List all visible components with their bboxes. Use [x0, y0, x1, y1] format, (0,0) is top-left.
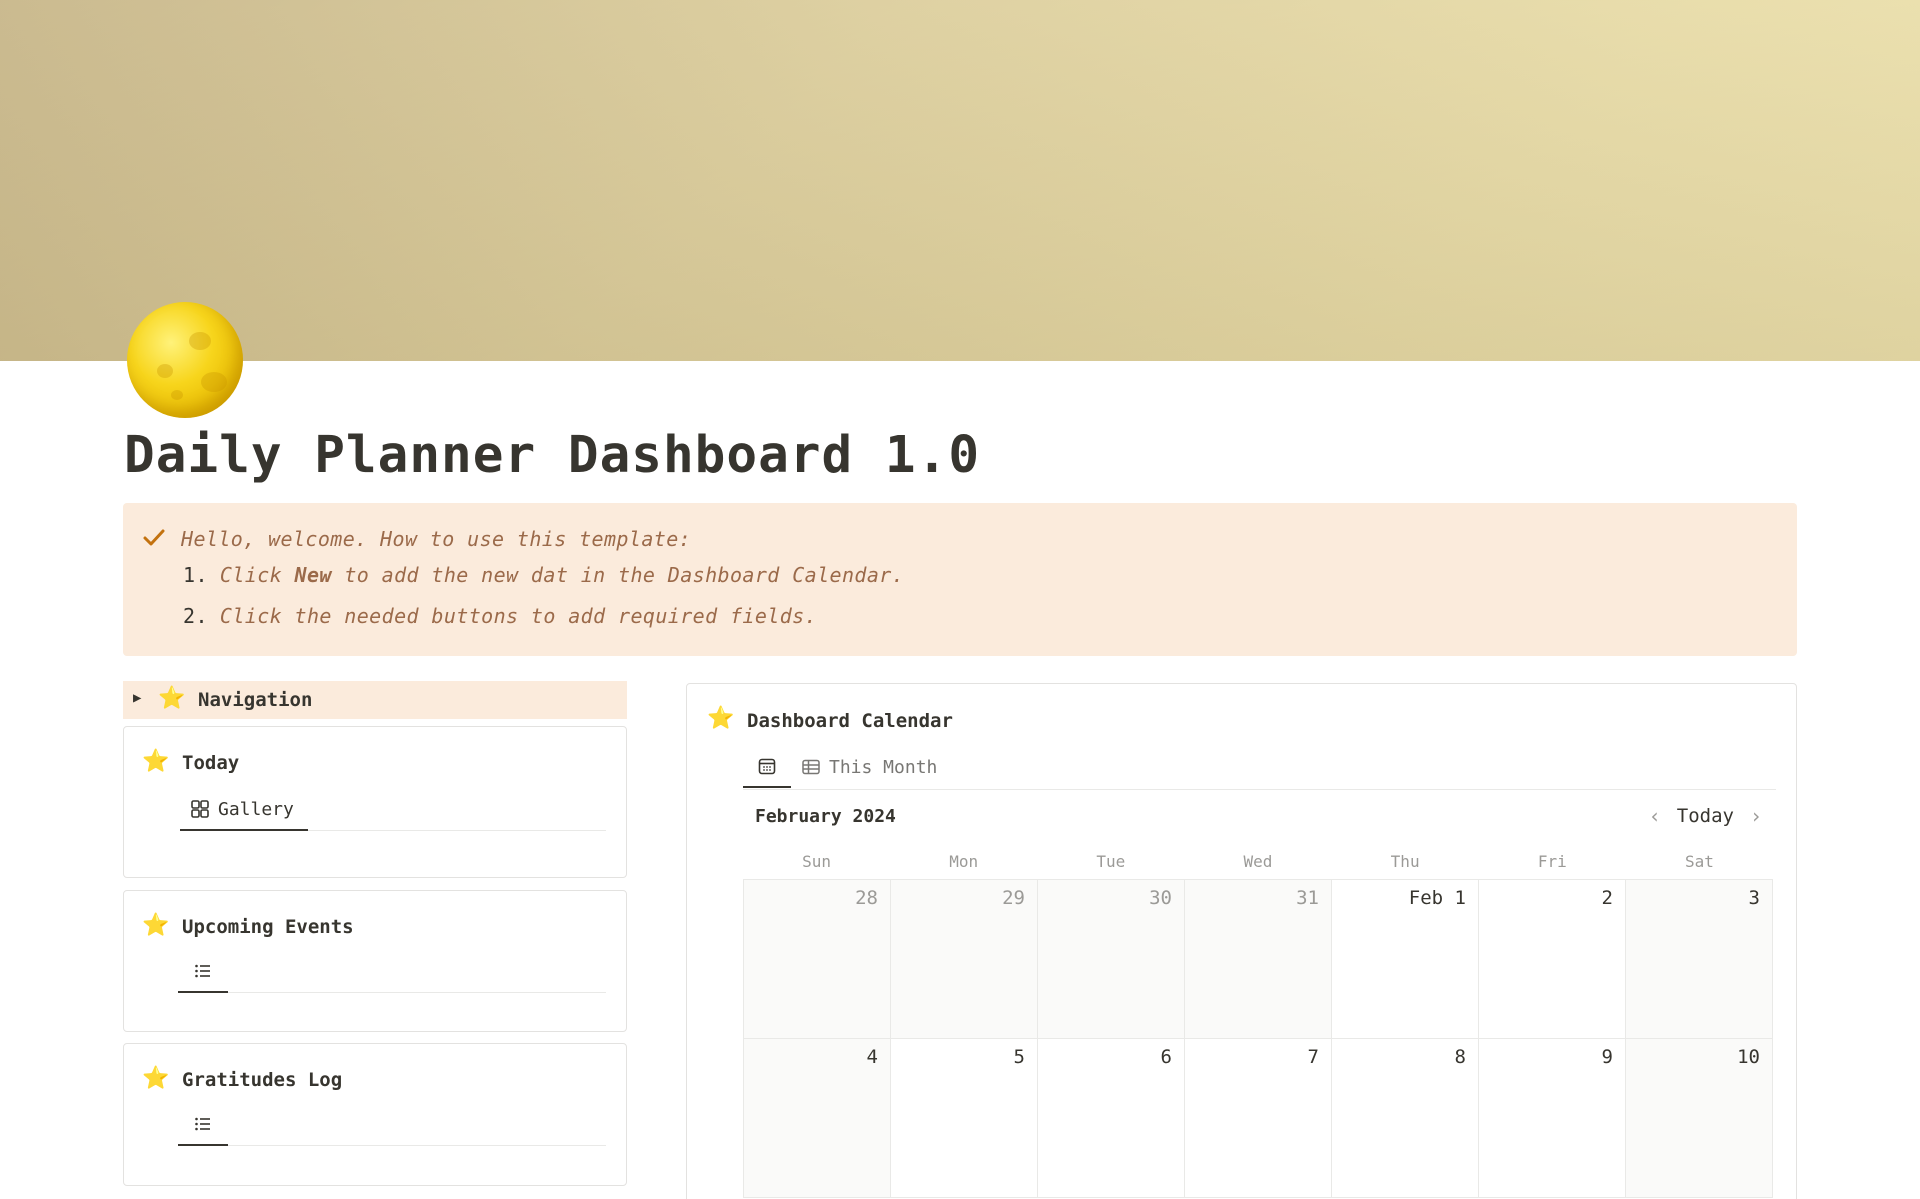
step-number: 1. [183, 563, 208, 587]
calendar-week-row: 28 29 30 31 Feb 1 2 3 [743, 880, 1773, 1039]
page-title[interactable]: Daily Planner Dashboard 1.0 [124, 426, 980, 485]
calendar-day-cell[interactable]: 6 [1038, 1039, 1185, 1197]
weekday-label: Sun [802, 852, 832, 871]
navigation-toggle[interactable]: ▶ ⭐ Navigation [123, 681, 627, 719]
calendar-navigation: ‹ Today › [1649, 804, 1762, 828]
star-icon: ⭐ [142, 913, 170, 938]
tab-gallery[interactable]: Gallery [180, 789, 308, 831]
table-icon [802, 759, 820, 775]
gratitudes-log-title[interactable]: Gratitudes Log [182, 1069, 342, 1091]
star-icon: ⭐ [142, 749, 170, 774]
calendar-icon [758, 758, 776, 775]
checkmark-icon [143, 529, 165, 546]
gratitudes-view-tabs [178, 1104, 606, 1146]
gratitudes-log-section: ⭐ Gratitudes Log [123, 1043, 627, 1186]
step-text: Click the needed buttons to add required… [219, 604, 818, 628]
upcoming-events-title[interactable]: Upcoming Events [182, 916, 354, 938]
welcome-callout: Hello, welcome. How to use this template… [123, 503, 1797, 656]
callout-step-1: 1. Click New to add the new dat in the Da… [183, 563, 904, 587]
chevron-right-icon[interactable]: › [1750, 804, 1762, 828]
calendar-day-cell[interactable]: 29 [891, 880, 1038, 1038]
chevron-left-icon[interactable]: ‹ [1649, 804, 1661, 828]
calendar-day-cell[interactable]: 9 [1479, 1039, 1626, 1197]
today-view-tabs: Gallery [180, 789, 606, 831]
calendar-day-cell[interactable]: 30 [1038, 880, 1185, 1038]
calendar-view-tabs: This Month [743, 746, 1776, 790]
calendar-day-cell[interactable]: 28 [744, 880, 891, 1038]
dashboard-calendar-title[interactable]: Dashboard Calendar [747, 710, 953, 732]
calendar-day-cell[interactable]: Feb 1 [1332, 880, 1479, 1038]
step-number: 2. [183, 604, 208, 628]
toggle-triangle-icon[interactable]: ▶ [133, 690, 141, 706]
step-text-after: to add the new dat in the Dashboard Cale… [331, 563, 905, 587]
calendar-day-cell[interactable]: 8 [1332, 1039, 1479, 1197]
list-icon [195, 964, 210, 978]
weekday-header-row: Sun Mon Tue Wed Thu Fri Sat [743, 846, 1773, 880]
step-text-bold: New [294, 563, 332, 587]
calendar-month-label: February 2024 [755, 806, 896, 827]
tab-this-month-label: This Month [829, 756, 938, 778]
step-text-before: Click [219, 563, 295, 587]
navigation-label: Navigation [198, 689, 313, 711]
gallery-icon [191, 800, 209, 818]
calendar-grid: Sun Mon Tue Wed Thu Fri Sat 28 29 30 31 … [743, 846, 1773, 1198]
weekday-label: Fri [1537, 852, 1567, 871]
tab-list[interactable] [178, 1104, 228, 1146]
calendar-day-cell[interactable]: 7 [1185, 1039, 1332, 1197]
calendar-day-cell[interactable]: 4 [744, 1039, 891, 1197]
today-button[interactable]: Today [1677, 805, 1734, 827]
upcoming-events-section: ⭐ Upcoming Events [123, 890, 627, 1032]
star-icon: ⭐ [158, 686, 186, 711]
callout-intro: Hello, welcome. How to use this template… [181, 527, 692, 551]
upcoming-view-tabs [178, 951, 606, 993]
tab-this-month[interactable]: This Month [801, 746, 937, 788]
full-moon-icon[interactable] [127, 302, 243, 418]
weekday-label: Tue [1096, 852, 1126, 871]
calendar-day-cell[interactable]: 31 [1185, 880, 1332, 1038]
weekday-label: Mon [949, 852, 979, 871]
calendar-week-row: 4 5 6 7 8 9 10 [743, 1039, 1773, 1198]
tab-list[interactable] [178, 951, 228, 993]
today-section: ⭐ Today Gallery [123, 726, 627, 878]
tab-gallery-label: Gallery [218, 798, 294, 820]
weekday-label: Sat [1684, 852, 1714, 871]
calendar-day-cell[interactable]: 5 [891, 1039, 1038, 1197]
calendar-day-cell[interactable]: 2 [1479, 880, 1626, 1038]
today-title[interactable]: Today [182, 752, 239, 774]
tab-calendar-view[interactable] [743, 746, 791, 788]
list-icon [195, 1117, 210, 1131]
dashboard-calendar-section: ⭐ Dashboard Calendar This Month February… [686, 683, 1797, 1199]
star-icon: ⭐ [142, 1066, 170, 1091]
calendar-day-cell[interactable]: 10 [1626, 1039, 1773, 1197]
calendar-day-cell[interactable]: 3 [1626, 880, 1773, 1038]
callout-step-2: 2. Click the needed buttons to add requir… [183, 604, 817, 628]
weekday-label: Thu [1390, 852, 1420, 871]
cover-image [0, 0, 1920, 361]
star-icon: ⭐ [707, 706, 735, 731]
weekday-label: Wed [1243, 852, 1273, 871]
